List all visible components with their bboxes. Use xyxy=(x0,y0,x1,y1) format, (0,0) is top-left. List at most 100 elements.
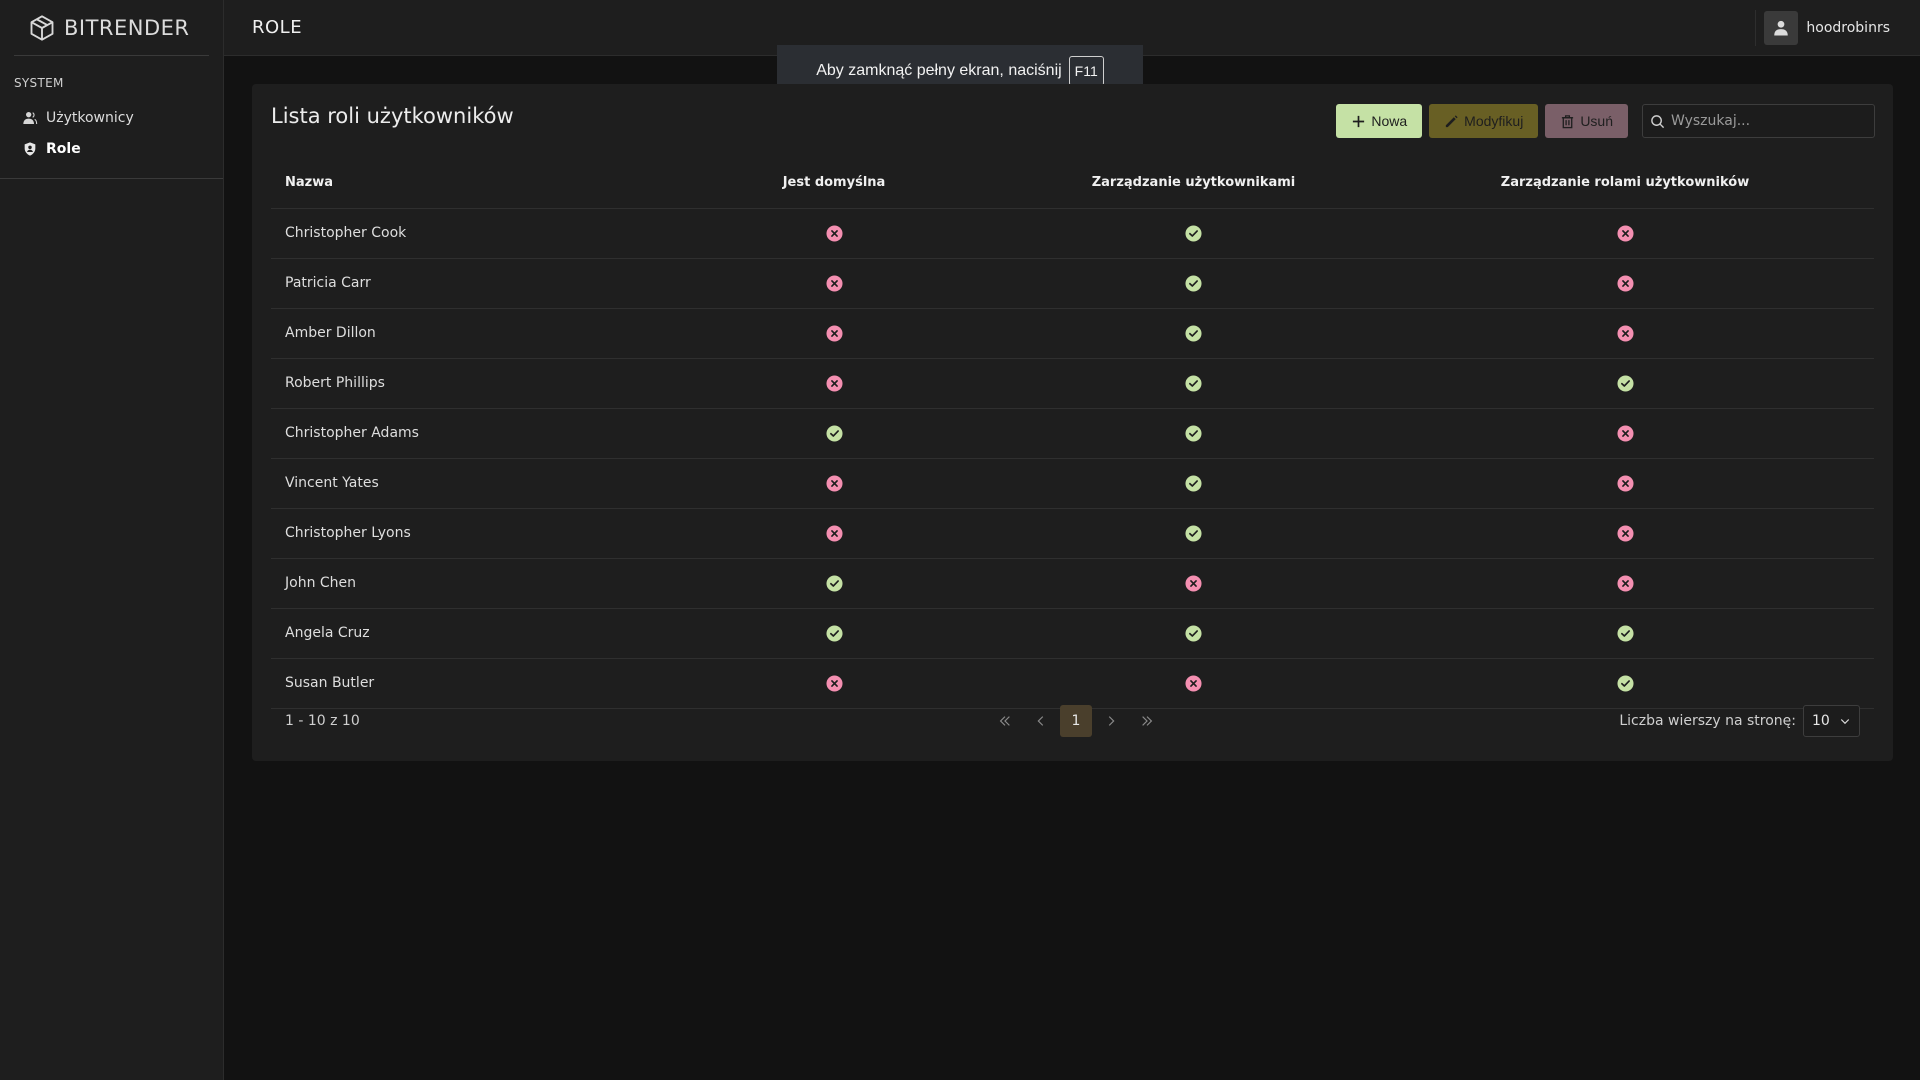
role-name-cell: Angela Cruz xyxy=(271,608,657,659)
manage-users-cell xyxy=(1011,308,1376,359)
toolbar: Nowa Modyfikuj Usuń xyxy=(1336,104,1875,138)
is-default-cell xyxy=(657,358,1011,409)
table-row[interactable]: Amber Dillon xyxy=(271,308,1874,359)
page-report: 1 - 10 z 10 xyxy=(285,713,360,729)
check-circle-icon xyxy=(1185,324,1202,342)
search-input[interactable] xyxy=(1671,113,1861,129)
table-row[interactable]: Christopher Lyons xyxy=(271,508,1874,559)
rows-per-page: Liczba wierszy na stronę: 10 xyxy=(1619,705,1860,737)
x-circle-icon xyxy=(825,274,843,292)
manage-roles-cell xyxy=(1376,208,1874,259)
is-default-cell xyxy=(657,208,1011,259)
x-circle-icon xyxy=(1616,224,1634,242)
avatar[interactable] xyxy=(1764,11,1799,45)
pager: 1 xyxy=(987,705,1165,737)
sidebar-item-users[interactable]: Użytkownicy xyxy=(14,102,209,133)
manage-users-cell xyxy=(1011,558,1376,609)
column-header-name[interactable]: Nazwa xyxy=(271,158,657,209)
sidebar-item-role[interactable]: Role xyxy=(14,133,209,164)
column-header-manage-users[interactable]: Zarządzanie użytkownikami xyxy=(1011,158,1376,209)
users-icon xyxy=(23,111,38,124)
role-name-cell: Robert Phillips xyxy=(271,358,657,409)
delete-button[interactable]: Usuń xyxy=(1545,104,1628,138)
check-circle-icon xyxy=(1185,224,1202,242)
page-title: ROLE xyxy=(252,17,303,38)
manage-users-cell xyxy=(1011,508,1376,559)
fullscreen-notice-text: Aby zamknąć pełny ekran, naciśnij xyxy=(816,62,1062,79)
column-header-is-default[interactable]: Jest domyślna xyxy=(657,158,1011,209)
is-default-cell xyxy=(657,408,1011,459)
is-default-cell xyxy=(657,558,1011,609)
table-row[interactable]: Christopher Adams xyxy=(271,408,1874,459)
check-circle-icon xyxy=(1185,624,1202,642)
next-page-button[interactable] xyxy=(1093,705,1129,737)
table-row[interactable]: Vincent Yates xyxy=(271,458,1874,509)
brand-name: BITRENDER xyxy=(64,15,190,40)
cube-logo-icon xyxy=(30,14,54,41)
table-row[interactable]: Robert Phillips xyxy=(271,358,1874,409)
manage-users-cell xyxy=(1011,358,1376,409)
brand[interactable]: BITRENDER xyxy=(14,0,209,56)
role-name-cell: Amber Dillon xyxy=(271,308,657,359)
manage-roles-cell xyxy=(1376,258,1874,309)
rows-per-page-dropdown[interactable]: 10 xyxy=(1803,705,1860,737)
rows-per-page-value: 10 xyxy=(1812,713,1830,729)
check-circle-icon xyxy=(1185,374,1202,392)
edit-button[interactable]: Modyfikuj xyxy=(1429,104,1539,138)
role-name-cell: Christopher Lyons xyxy=(271,508,657,559)
manage-users-cell xyxy=(1011,458,1376,509)
manage-roles-cell xyxy=(1376,458,1874,509)
check-circle-icon xyxy=(1185,474,1202,492)
table-row[interactable]: John Chen xyxy=(271,558,1874,609)
role-name-cell: Christopher Cook xyxy=(271,208,657,259)
check-circle-icon xyxy=(825,624,843,642)
manage-roles-cell xyxy=(1376,608,1874,659)
column-header-manage-roles[interactable]: Zarządzanie rolami użytkowników xyxy=(1376,158,1874,209)
table-body: Christopher Cook Patricia Carr Amber Dillo… xyxy=(271,208,1874,709)
table-row[interactable]: Christopher Cook xyxy=(271,208,1874,259)
x-circle-icon xyxy=(1185,674,1202,692)
edit-button-label: Modyfikuj xyxy=(1464,113,1524,129)
double-chevron-left-icon xyxy=(999,716,1010,726)
sidebar-section-label: SYSTEM xyxy=(14,76,64,90)
check-circle-icon xyxy=(825,424,843,442)
page-number-button[interactable]: 1 xyxy=(1060,705,1092,737)
is-default-cell xyxy=(657,508,1011,559)
manage-users-cell xyxy=(1011,408,1376,459)
sidebar-item-label: Role xyxy=(46,140,81,157)
rows-per-page-label: Liczba wierszy na stronę: xyxy=(1619,713,1796,729)
x-circle-icon xyxy=(825,674,843,692)
new-button-label: Nowa xyxy=(1371,113,1408,129)
manage-users-cell xyxy=(1011,608,1376,659)
chevron-left-icon xyxy=(1037,716,1044,726)
table-row[interactable]: Patricia Carr xyxy=(271,258,1874,309)
x-circle-icon xyxy=(1616,474,1634,492)
manage-users-cell xyxy=(1011,258,1376,309)
table-header-row: Nazwa Jest domyślna Zarządzanie użytkown… xyxy=(271,158,1874,209)
pencil-icon xyxy=(1446,114,1458,127)
user-icon xyxy=(1774,20,1789,36)
prev-page-button[interactable] xyxy=(1023,705,1059,737)
last-page-button[interactable] xyxy=(1129,705,1165,737)
manage-roles-cell xyxy=(1376,358,1874,409)
manage-users-cell xyxy=(1011,208,1376,259)
manage-roles-cell xyxy=(1376,408,1874,459)
x-circle-icon xyxy=(825,374,843,392)
x-circle-icon xyxy=(1616,324,1634,342)
roles-table: Nazwa Jest domyślna Zarządzanie użytkown… xyxy=(271,158,1874,709)
first-page-button[interactable] xyxy=(987,705,1023,737)
is-default-cell xyxy=(657,308,1011,359)
username: hoodrobinrs xyxy=(1806,20,1890,36)
check-circle-icon xyxy=(1616,624,1634,642)
fullscreen-key-badge: F11 xyxy=(1068,56,1104,86)
sidebar-nav: Użytkownicy Role xyxy=(0,102,223,179)
is-default-cell xyxy=(657,458,1011,509)
check-circle-icon xyxy=(1616,674,1634,692)
check-circle-icon xyxy=(1185,424,1202,442)
user-menu[interactable]: hoodrobinrs xyxy=(1755,10,1890,46)
table-row[interactable]: Angela Cruz xyxy=(271,608,1874,659)
x-circle-icon xyxy=(1616,274,1634,292)
double-chevron-right-icon xyxy=(1142,716,1153,726)
new-button[interactable]: Nowa xyxy=(1336,104,1423,138)
role-name-cell: Vincent Yates xyxy=(271,458,657,509)
